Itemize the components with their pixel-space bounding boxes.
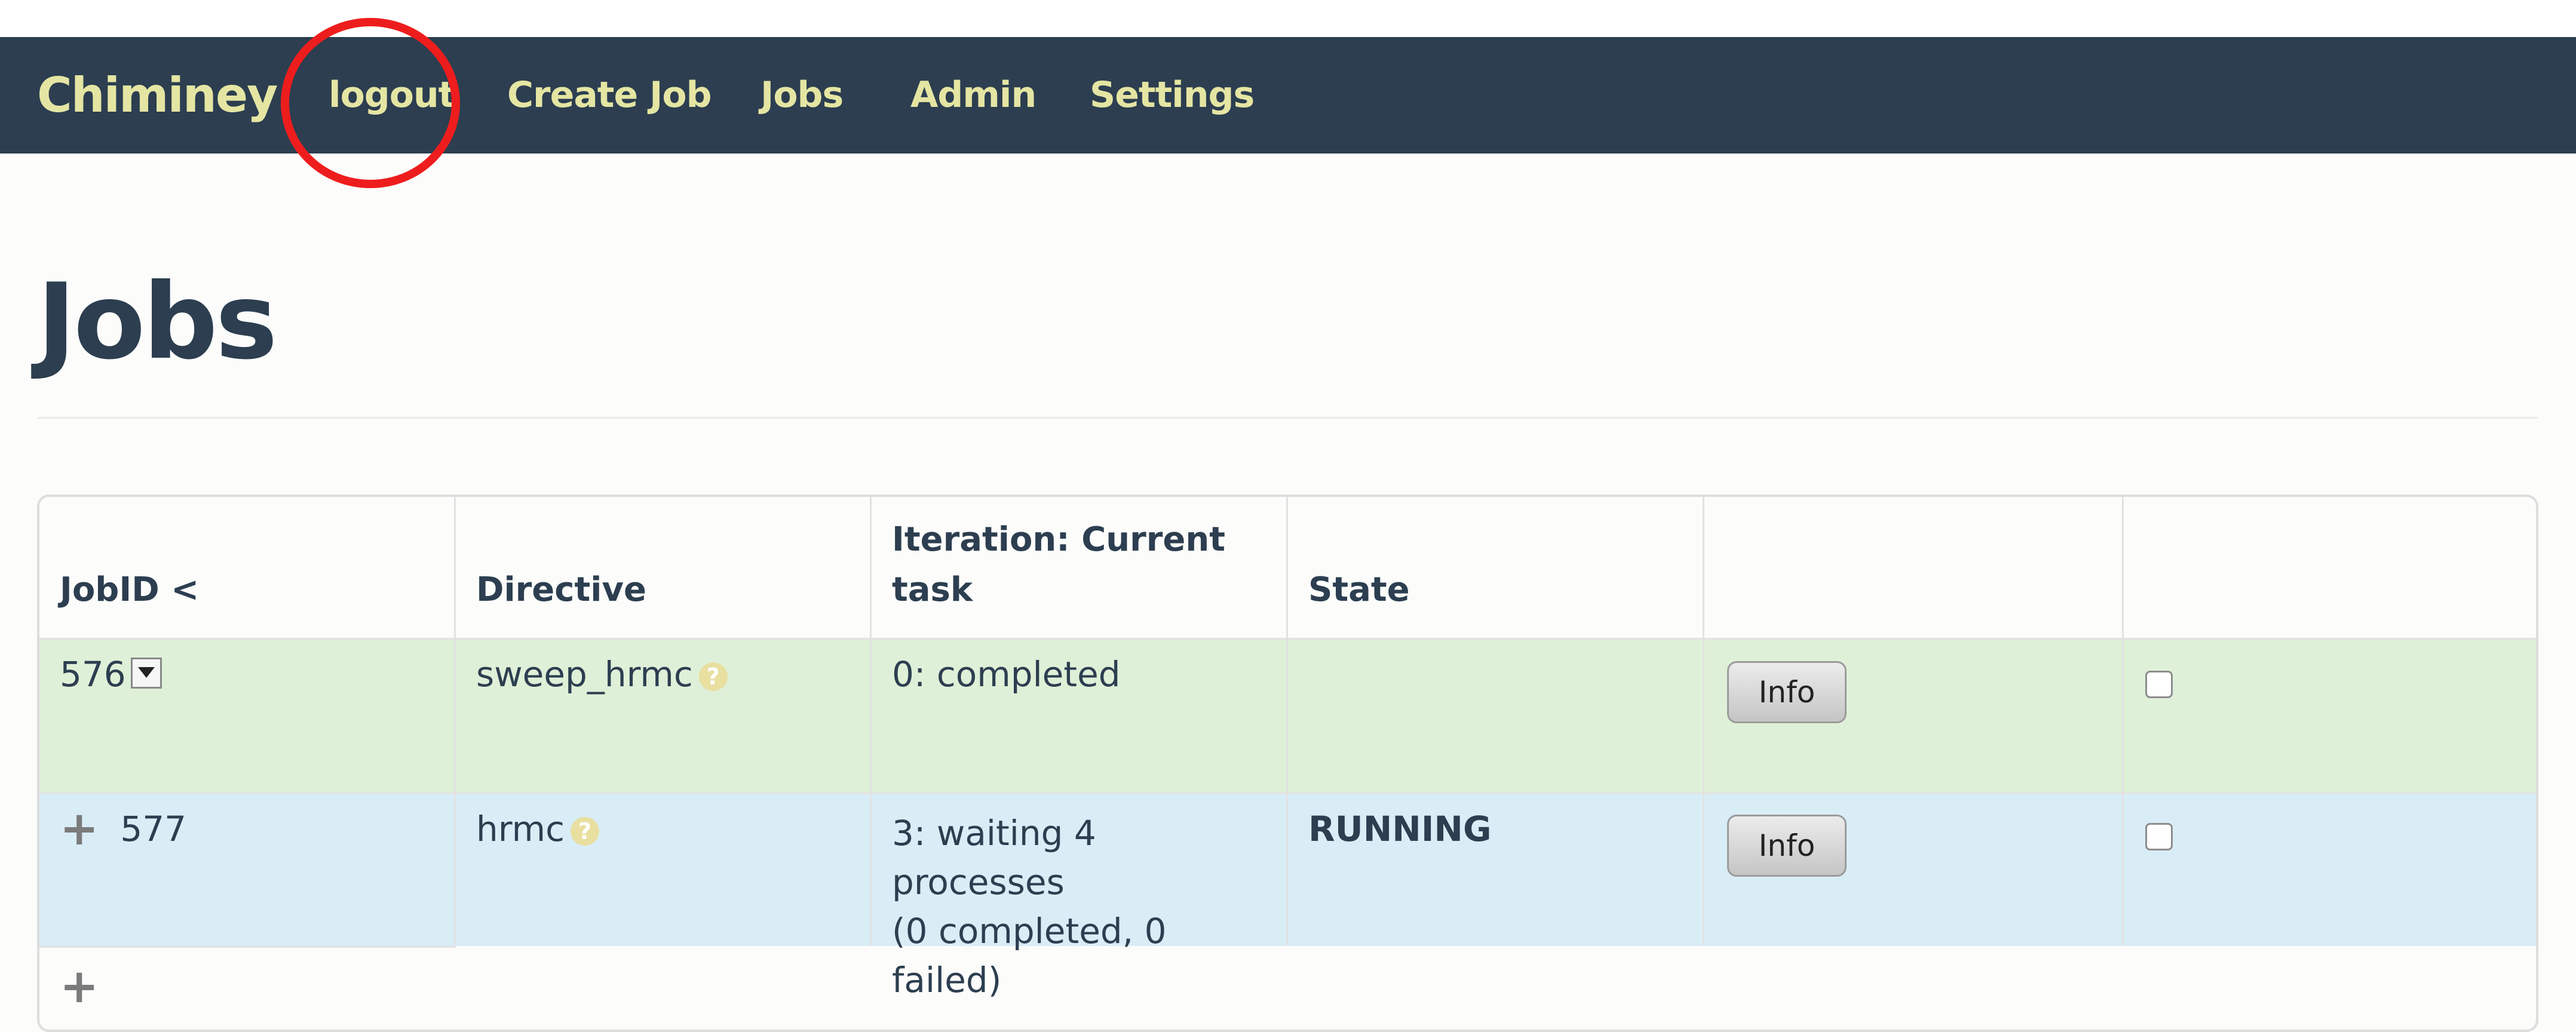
- row-divider: [39, 946, 456, 948]
- title-divider: [37, 417, 2538, 419]
- cell-directive: hrmc?: [456, 794, 872, 946]
- cell-info: Info: [1704, 794, 2124, 946]
- header-jobid[interactable]: JobID <: [39, 497, 456, 638]
- navbar: Chiminey logout Create Job Jobs Admin Se…: [0, 37, 2576, 153]
- chevron-down-icon[interactable]: [130, 657, 162, 689]
- nav-jobs[interactable]: Jobs: [760, 37, 844, 153]
- jobs-table: JobID < Directive Iteration: Current tas…: [37, 494, 2538, 1032]
- cell-jobid: 576: [39, 640, 456, 793]
- header-select: [2124, 497, 2536, 638]
- cell-jobid: +577: [39, 794, 456, 946]
- cell-iteration: 0: completed: [872, 640, 1288, 793]
- job-id: 577: [120, 809, 187, 849]
- nav-admin[interactable]: Admin: [910, 37, 1036, 153]
- header-iteration: Iteration: Current task: [872, 497, 1288, 638]
- plus-icon[interactable]: +: [60, 806, 99, 852]
- directive-name: hrmc: [476, 809, 565, 849]
- question-circle-icon[interactable]: ?: [570, 816, 599, 846]
- header-directive: Directive: [456, 497, 872, 638]
- nav-create-job[interactable]: Create Job: [507, 37, 712, 153]
- nav-logout[interactable]: logout: [329, 37, 455, 153]
- iteration-text: 0: completed: [892, 654, 1121, 695]
- nav-settings[interactable]: Settings: [1090, 37, 1255, 153]
- cell-iteration: 3: waiting 4 processes (0 completed, 0 f…: [872, 794, 1288, 1000]
- info-button[interactable]: Info: [1727, 815, 1847, 877]
- header-state: State: [1288, 497, 1704, 638]
- job-id: 576: [60, 654, 126, 695]
- iteration-text: 3: waiting 4 processes: [892, 813, 1096, 902]
- top-strip: [0, 0, 2576, 37]
- page-title: Jobs: [37, 262, 278, 383]
- plus-icon[interactable]: +: [60, 963, 99, 1010]
- cell-select: [2124, 794, 2536, 946]
- iteration-detail: (0 completed, 0 failed): [892, 911, 1167, 1000]
- brand-link[interactable]: Chiminey: [37, 37, 278, 153]
- header-info: [1704, 497, 2124, 638]
- info-button[interactable]: Info: [1727, 661, 1847, 723]
- row-checkbox[interactable]: [2145, 823, 2173, 850]
- cell-info: Info: [1704, 640, 2124, 793]
- cell-state: [1288, 640, 1704, 793]
- cell-select: [2124, 640, 2536, 793]
- row-checkbox[interactable]: [2145, 671, 2173, 698]
- directive-name: sweep_hrmc: [476, 654, 693, 695]
- cell-state: RUNNING: [1288, 794, 1704, 946]
- question-circle-icon[interactable]: ?: [698, 662, 728, 691]
- cell-directive: sweep_hrmc?: [456, 640, 872, 793]
